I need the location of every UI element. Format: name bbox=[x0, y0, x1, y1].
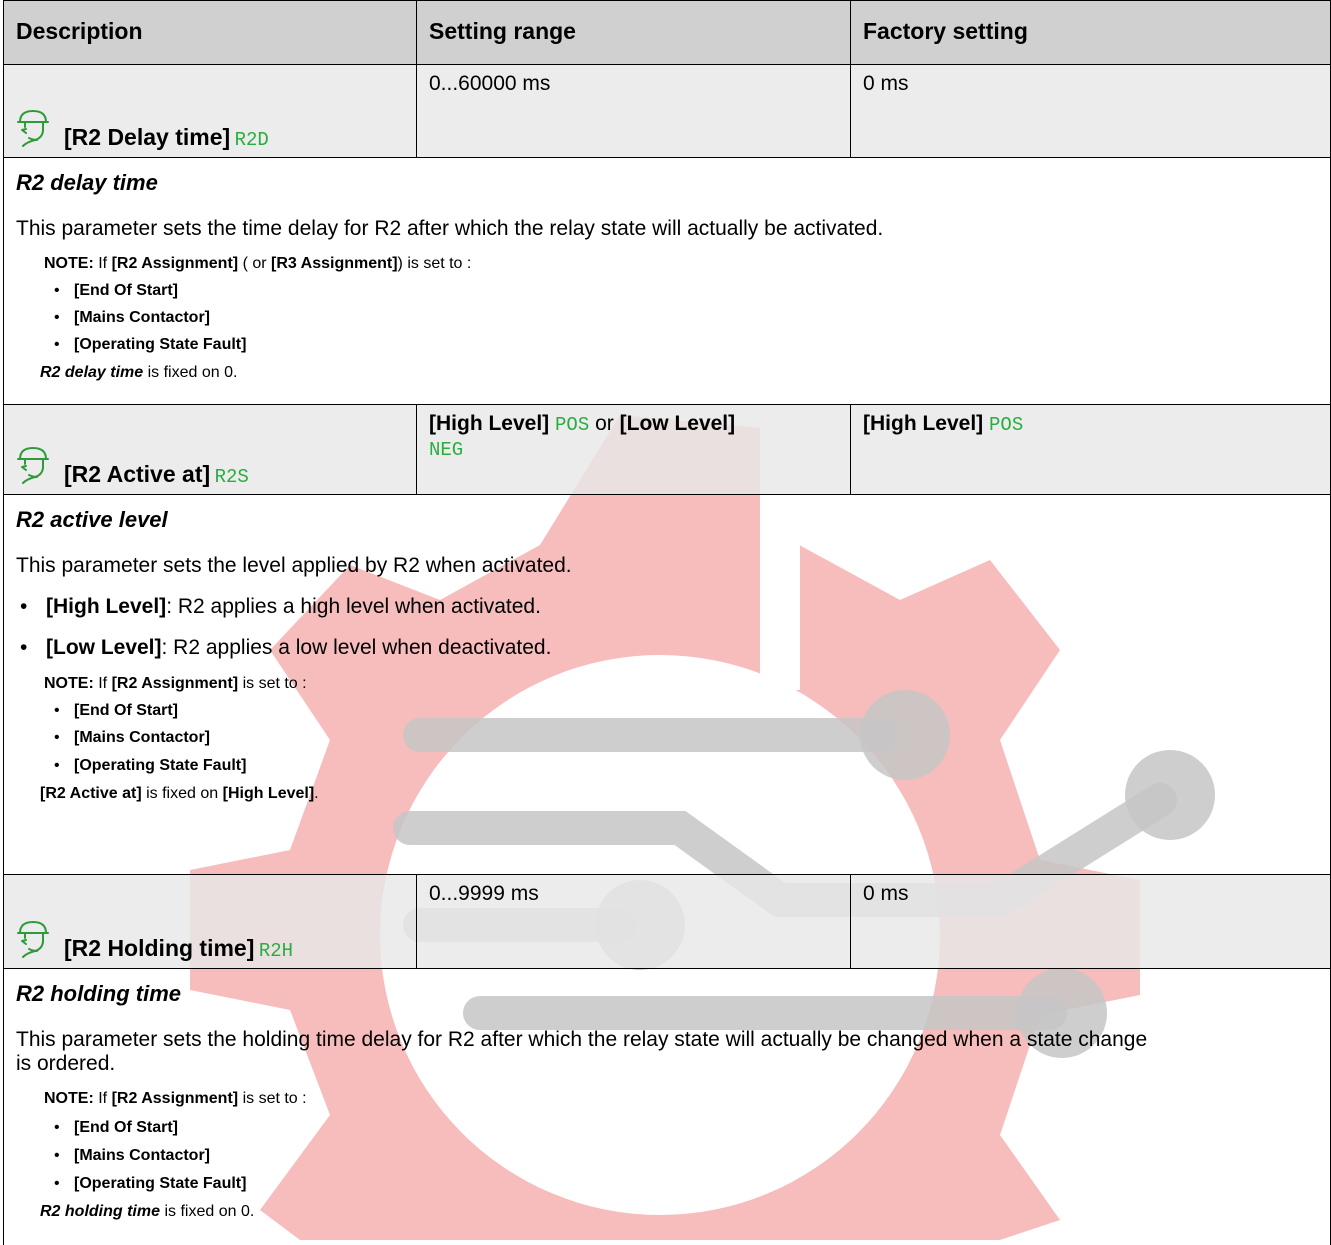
note-item: [End Of Start] bbox=[4, 702, 178, 720]
list-item: [Low Level]: R2 applies a low level when… bbox=[4, 636, 551, 660]
list-item: [High Level]: R2 applies a high level wh… bbox=[4, 595, 541, 619]
note-item: [Mains Contactor] bbox=[4, 729, 210, 747]
note-item: [Operating State Fault] bbox=[4, 757, 246, 775]
param-description-r2-holding-time: R2 holding time This parameter sets the … bbox=[3, 968, 1331, 1245]
param-row-r2-holding-time: [R2 Holding time] R2H 0...9999 ms 0 ms bbox=[3, 874, 1331, 968]
desc-title: R2 active level bbox=[16, 507, 168, 532]
expert-user-head-icon bbox=[17, 110, 49, 147]
note-item: [Operating State Fault] bbox=[4, 1175, 246, 1193]
expert-user-head-icon bbox=[17, 921, 49, 958]
fixed-note: R2 delay time is fixed on 0. bbox=[40, 364, 238, 381]
param-name: [R2 Delay time] R2D bbox=[16, 109, 269, 151]
desc-text: This parameter sets the time delay for R… bbox=[16, 217, 884, 240]
param-name: [R2 Holding time] R2H bbox=[16, 920, 293, 962]
note-item: [Mains Contactor] bbox=[4, 1147, 210, 1165]
param-name: [R2 Active at] R2S bbox=[16, 446, 249, 488]
desc-title: R2 holding time bbox=[16, 981, 181, 1006]
factory-setting: [High Level] POS bbox=[850, 405, 1331, 494]
note: NOTE: If [R2 Assignment] ( or [R3 Assign… bbox=[44, 255, 472, 272]
param-description-r2-delay-time: R2 delay time This parameter sets the ti… bbox=[3, 157, 1331, 404]
param-code: R2D bbox=[234, 129, 269, 151]
setting-range: [High Level] POS or [Low Level] NEG bbox=[416, 405, 850, 494]
expert-user-head-icon bbox=[17, 447, 49, 484]
fixed-note: R2 holding time is fixed on 0. bbox=[40, 1203, 255, 1220]
factory-setting: 0 ms bbox=[850, 875, 1331, 968]
note-item: [Mains Contactor] bbox=[4, 309, 210, 327]
factory-setting: 0 ms bbox=[850, 65, 1331, 157]
param-row-r2-delay-time: [R2 Delay time] R2D 0...60000 ms 0 ms bbox=[3, 64, 1331, 157]
note-item: [Operating State Fault] bbox=[4, 336, 246, 354]
param-code: R2S bbox=[214, 466, 249, 488]
table-header: Description Setting range Factory settin… bbox=[3, 0, 1331, 64]
note-item: [End Of Start] bbox=[4, 282, 178, 300]
param-code: R2H bbox=[258, 940, 294, 962]
note: NOTE: If [R2 Assignment] is set to : bbox=[44, 675, 307, 692]
header-description: Description bbox=[16, 18, 143, 44]
desc-text: This parameter sets the level applied by… bbox=[16, 554, 572, 577]
param-row-r2-active-at: [R2 Active at] R2S [High Level] POS or [… bbox=[3, 404, 1331, 494]
note-item: [End Of Start] bbox=[4, 1119, 178, 1137]
note: NOTE: If [R2 Assignment] is set to : bbox=[44, 1090, 307, 1107]
header-setting-range: Setting range bbox=[416, 1, 850, 64]
fixed-note: [R2 Active at] is fixed on [High Level]. bbox=[40, 785, 319, 802]
setting-range: 0...60000 ms bbox=[416, 65, 850, 157]
param-description-r2-active-at: R2 active level This parameter sets the … bbox=[3, 494, 1331, 874]
header-factory-setting: Factory setting bbox=[850, 1, 1331, 64]
desc-title: R2 delay time bbox=[16, 170, 158, 195]
desc-text: This parameter sets the holding time del… bbox=[16, 1028, 1148, 1075]
setting-range: 0...9999 ms bbox=[416, 875, 850, 968]
